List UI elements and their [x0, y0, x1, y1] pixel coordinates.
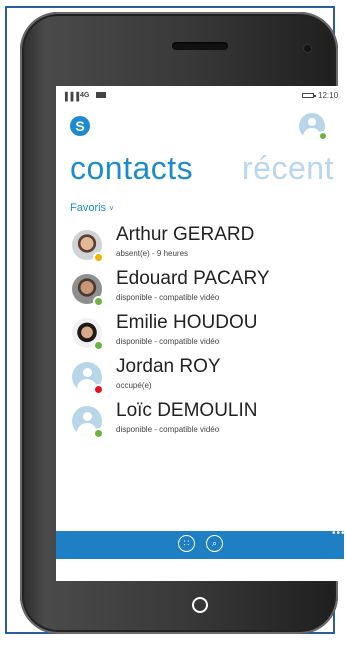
more-options-icon[interactable]: ••• [332, 528, 344, 539]
contact-status: disponible - compatible vidéo [116, 337, 220, 346]
person-head-icon [308, 118, 316, 126]
contact-item[interactable]: Loïc DEMOULIN disponible - compatible vi… [56, 400, 344, 446]
contact-name: Edouard PACARY [116, 268, 270, 289]
contact-name: Jordan ROY [116, 356, 221, 377]
filter-label: Favoris [70, 202, 107, 214]
favorites-filter[interactable]: Favoris ˅ [70, 202, 114, 214]
person-head-icon [83, 412, 92, 421]
home-button[interactable] [192, 597, 208, 613]
contact-status: disponible - compatible vidéo [116, 293, 220, 302]
pivot-recent[interactable]: récent [242, 150, 334, 187]
presence-available-icon [93, 428, 104, 439]
contact-item[interactable]: Edouard PACARY disponible - compatible v… [56, 268, 344, 314]
contact-status: absent(e) - 9 heures [116, 249, 189, 258]
message-icon [96, 92, 106, 98]
contact-name: Emilie HOUDOU [116, 312, 258, 333]
contact-item[interactable]: Emilie HOUDOU disponible - compatible vi… [56, 312, 344, 358]
app-bar: ∷ ⌕ ••• [56, 528, 344, 559]
presence-available-icon [93, 296, 104, 307]
signal-icon: ▐▐▐ [62, 92, 80, 101]
phone-screen: ▐▐▐ 4G 12:10 S contacts récent Favoris ˅ … [56, 86, 344, 581]
presence-available-icon [93, 340, 104, 351]
chevron-down-icon: ˅ [109, 204, 114, 213]
contact-item[interactable]: Jordan ROY occupé(e) [56, 356, 344, 402]
front-camera [304, 45, 311, 52]
my-presence-icon [318, 131, 328, 141]
battery-icon [302, 93, 316, 98]
contact-name: Arthur GERARD [116, 224, 255, 245]
search-icon[interactable]: ⌕ [206, 535, 223, 552]
network-type: 4G [80, 92, 90, 99]
contact-item[interactable]: Arthur GERARD absent(e) - 9 heures [56, 224, 344, 270]
dialpad-icon[interactable]: ∷ [178, 535, 195, 552]
status-bar: ▐▐▐ 4G 12:10 [56, 86, 344, 106]
screen-bottom [56, 559, 344, 581]
clock: 12:10 [318, 91, 339, 100]
contact-status: occupé(e) [116, 381, 152, 390]
phone-device: ▐▐▐ 4G 12:10 S contacts récent Favoris ˅ … [20, 12, 344, 634]
contact-status: disponible - compatible vidéo [116, 425, 220, 434]
contact-name: Loïc DEMOULIN [116, 400, 258, 421]
skype-logo-icon: S [70, 116, 90, 136]
pivot-contacts[interactable]: contacts [70, 150, 193, 187]
presence-away-icon [93, 252, 104, 263]
phone-speaker [172, 42, 228, 50]
presence-busy-icon [93, 384, 104, 395]
person-head-icon [83, 368, 92, 377]
